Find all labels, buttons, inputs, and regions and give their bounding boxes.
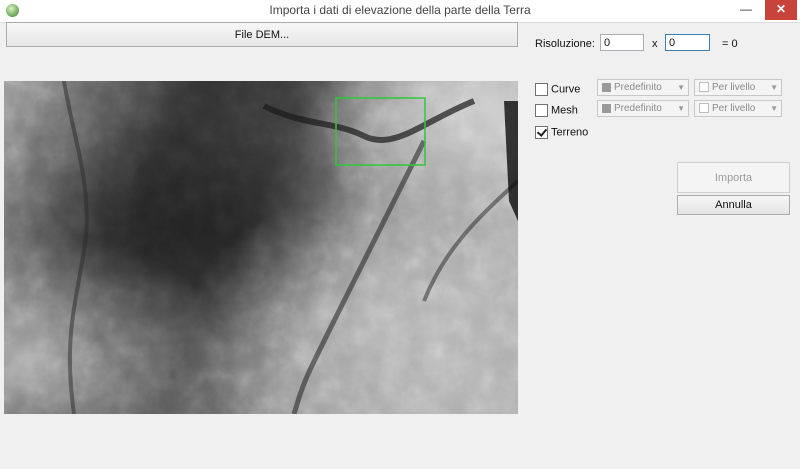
resolution-times-sign: x bbox=[652, 38, 658, 50]
mesh-mode-value: Per livello bbox=[712, 103, 756, 114]
minimize-button[interactable]: — bbox=[735, 0, 757, 20]
import-button[interactable]: Importa bbox=[677, 162, 790, 193]
window-title: Importa i dati di elevazione della parte… bbox=[269, 3, 531, 17]
curve-style-select[interactable]: Predefinito ▼ bbox=[597, 79, 689, 96]
curve-checkbox[interactable] bbox=[535, 83, 548, 96]
color-swatch-icon bbox=[602, 103, 611, 113]
title-bar: Importa i dati di elevazione della parte… bbox=[0, 0, 800, 23]
elevation-map-preview[interactable] bbox=[4, 81, 518, 414]
curve-mode-value: Per livello bbox=[712, 82, 756, 93]
mesh-checkbox-row[interactable]: Mesh bbox=[535, 104, 578, 117]
curve-mode-select[interactable]: Per livello ▼ bbox=[694, 79, 782, 96]
mesh-checkbox[interactable] bbox=[535, 104, 548, 117]
curve-style-value: Predefinito bbox=[614, 82, 662, 93]
terrain-checkbox-row[interactable]: Terreno bbox=[535, 126, 588, 139]
resolution-result: = 0 bbox=[722, 38, 738, 50]
mesh-style-select[interactable]: Predefinito ▼ bbox=[597, 100, 689, 117]
chevron-down-icon: ▼ bbox=[677, 104, 685, 113]
terrain-checkbox[interactable] bbox=[535, 126, 548, 139]
chevron-down-icon: ▼ bbox=[770, 83, 778, 92]
elevation-map-image bbox=[4, 81, 518, 414]
resolution-label: Risoluzione: bbox=[535, 38, 595, 50]
chevron-down-icon: ▼ bbox=[677, 83, 685, 92]
terrain-label: Terreno bbox=[551, 126, 589, 139]
dem-file-button[interactable]: File DEM... bbox=[6, 22, 518, 47]
curve-label: Curve bbox=[551, 83, 581, 96]
chevron-down-icon: ▼ bbox=[770, 104, 778, 113]
curve-checkbox-row[interactable]: Curve bbox=[535, 83, 580, 96]
color-swatch-icon bbox=[602, 82, 611, 92]
cancel-button[interactable]: Annulla bbox=[677, 195, 790, 215]
resolution-height-input[interactable]: 0 bbox=[665, 34, 710, 51]
checkbox-square-icon bbox=[699, 82, 709, 93]
checkbox-square-icon bbox=[699, 103, 709, 114]
close-button[interactable]: ✕ bbox=[765, 0, 797, 20]
mesh-label: Mesh bbox=[551, 104, 578, 117]
mesh-style-value: Predefinito bbox=[614, 103, 662, 114]
mesh-mode-select[interactable]: Per livello ▼ bbox=[694, 100, 782, 117]
resolution-width-input[interactable]: 0 bbox=[600, 34, 644, 51]
